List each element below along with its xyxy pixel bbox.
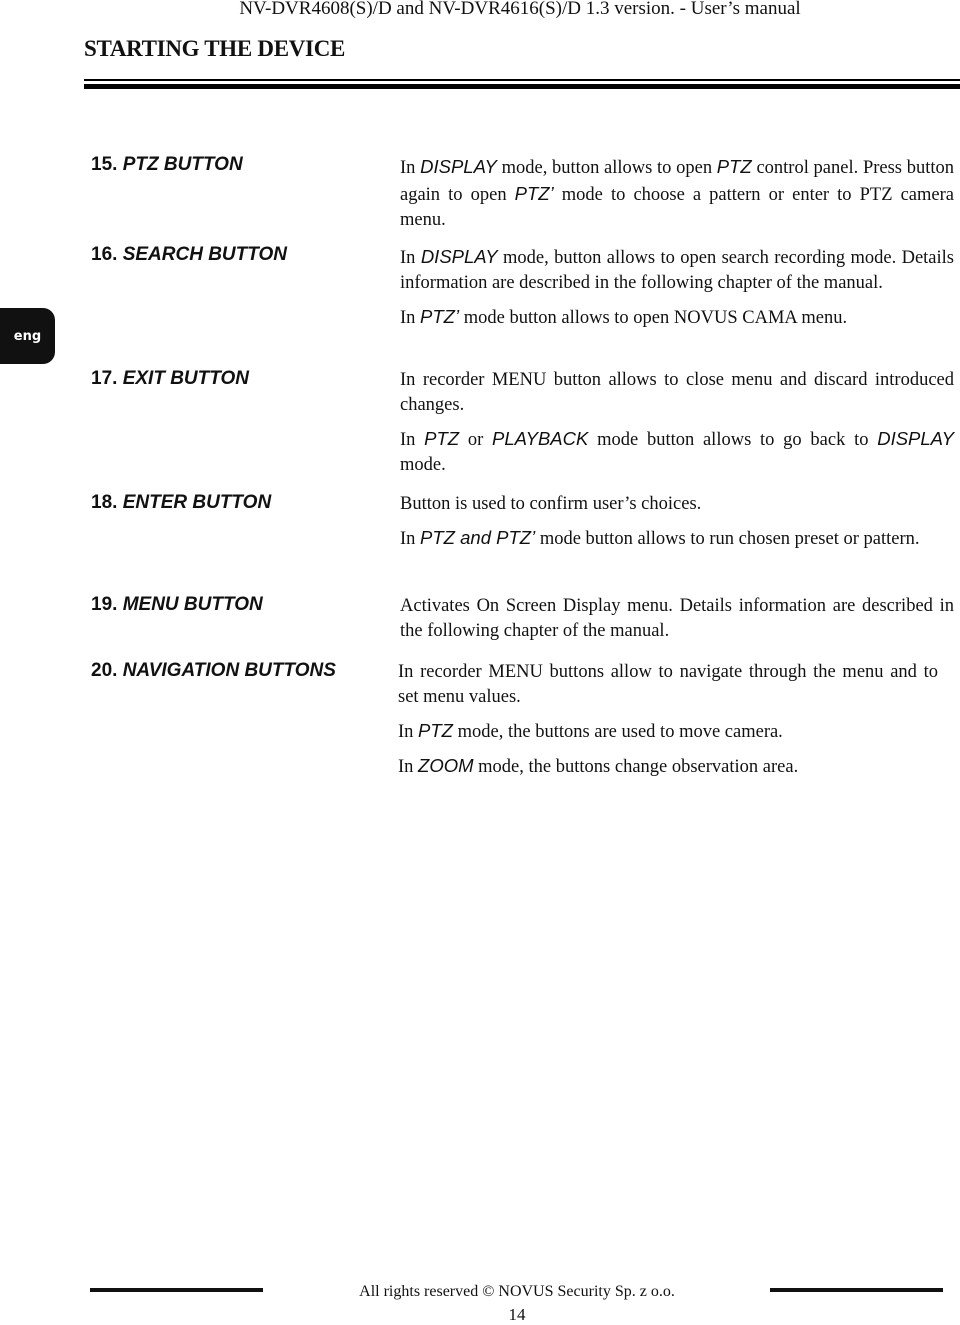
text-run: In — [398, 757, 419, 777]
text-run: In — [400, 308, 421, 328]
item-term: 17. EXIT BUTTON — [91, 368, 249, 390]
description-paragraph: In recorder MENU buttons allow to naviga… — [398, 660, 938, 710]
text-run: In — [400, 248, 421, 268]
text-run: In — [398, 722, 419, 742]
item-number: 15. — [91, 154, 118, 175]
item-name: NAVIGATION BUTTONS — [122, 660, 336, 681]
text-run: mode. — [400, 455, 446, 475]
description-paragraph: In DISPLAY mode, button allows to open s… — [400, 244, 954, 296]
item-number: 18. — [91, 492, 118, 513]
language-tab-label: eng — [13, 328, 42, 344]
text-run: or — [459, 430, 493, 450]
mode-name: DISPLAY — [420, 246, 498, 267]
text-run: In — [400, 529, 421, 549]
item-name: PTZ BUTTON — [122, 154, 243, 175]
item-name: MENU BUTTON — [122, 594, 263, 615]
mode-name: PLAYBACK — [492, 428, 589, 449]
running-head: NV-DVR4608(S)/D and NV-DVR4616(S)/D 1.3 … — [239, 0, 801, 19]
item-name: EXIT BUTTON — [122, 368, 250, 389]
text-run: mode button allows to run chosen preset … — [535, 529, 920, 549]
description-paragraph: In recorder MENU button allows to close … — [400, 368, 954, 418]
text-run: In recorder MENU button allows to close … — [400, 370, 954, 415]
description-paragraph: In DISPLAY mode, button allows to open P… — [400, 154, 954, 233]
item-name: SEARCH BUTTON — [122, 244, 288, 265]
description-paragraph: In PTZ or PLAYBACK mode button allows to… — [400, 426, 954, 478]
mode-name: PTZ — [716, 156, 752, 177]
description-paragraph: In ZOOM mode, the buttons change observa… — [398, 753, 938, 780]
description-paragraph: In PTZ mode, the buttons are used to mov… — [398, 718, 938, 745]
mode-name: PTZ and PTZ’ — [420, 527, 536, 548]
header-rule-thin — [84, 79, 960, 81]
mode-name: PTZ’ — [420, 306, 460, 327]
text-run: mode, the buttons are used to move camer… — [453, 722, 783, 742]
item-term: 16. SEARCH BUTTON — [91, 244, 287, 266]
item-number: 16. — [91, 244, 118, 265]
item-term: 15. PTZ BUTTON — [91, 154, 243, 176]
footer-copyright: All rights reserved © NOVUS Security Sp.… — [359, 1283, 675, 1300]
item-description: In recorder MENU buttons allow to naviga… — [398, 660, 938, 780]
item-number: 20. — [91, 660, 118, 681]
section-title: STARTING THE DEVICE — [84, 36, 346, 61]
item-description: Button is used to confirm user’s choices… — [400, 492, 954, 552]
item-description: In recorder MENU button allows to close … — [400, 368, 954, 478]
description-paragraph: Activates On Screen Display menu. Detail… — [400, 594, 954, 644]
item-number: 19. — [91, 594, 118, 615]
mode-name: PTZ — [418, 720, 453, 741]
description-paragraph: In PTZ and PTZ’ mode button allows to ru… — [400, 525, 954, 552]
item-description: In DISPLAY mode, button allows to open P… — [400, 154, 954, 233]
mode-name: PTZ’ — [514, 183, 554, 204]
description-paragraph: Button is used to confirm user’s choices… — [400, 492, 954, 517]
mode-name: ZOOM — [418, 755, 474, 776]
page-number: 14 — [508, 1305, 526, 1324]
description-paragraph: In PTZ’ mode button allows to open NOVUS… — [400, 304, 954, 331]
item-description: In DISPLAY mode, button allows to open s… — [400, 244, 954, 331]
text-run: Button is used to confirm user’s choices… — [400, 494, 702, 514]
mode-name: PTZ — [424, 428, 460, 449]
mode-name: DISPLAY — [877, 428, 954, 449]
text-run: mode, the buttons change observation are… — [473, 757, 799, 777]
language-tab: eng — [0, 308, 55, 364]
text-run: mode button allows to go back to — [588, 430, 878, 450]
text-run: mode, button allows to open — [496, 158, 717, 178]
item-description: Activates On Screen Display menu. Detail… — [400, 594, 954, 644]
item-term: 20. NAVIGATION BUTTONS — [91, 660, 336, 682]
item-term: 19. MENU BUTTON — [91, 594, 263, 616]
mode-name: DISPLAY — [420, 156, 497, 177]
text-run: In — [400, 158, 421, 178]
text-run: mode button allows to open NOVUS CAMA me… — [459, 308, 848, 328]
item-number: 17. — [91, 368, 118, 389]
header-rule-thick — [84, 84, 960, 89]
text-run: Activates On Screen Display menu. Detail… — [400, 596, 954, 641]
text-run: In recorder MENU buttons allow to naviga… — [398, 662, 938, 707]
item-term: 18. ENTER BUTTON — [91, 492, 271, 514]
text-run: In — [400, 430, 425, 450]
item-name: ENTER BUTTON — [122, 492, 272, 513]
